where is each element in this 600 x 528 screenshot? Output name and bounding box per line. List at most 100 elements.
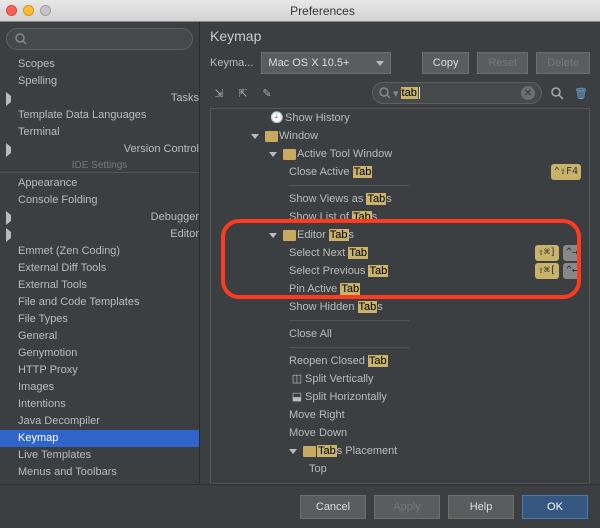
sidebar-item-general[interactable]: General (0, 328, 199, 345)
shortcut-badge: ⇧⌘[ (535, 263, 559, 279)
action-row[interactable]: Show Hidden Tabs (211, 298, 589, 316)
sidebar-item-images[interactable]: Images (0, 379, 199, 396)
keymap-selector-row: Keyma... Mac OS X 10.5+ Copy Reset Delet… (210, 52, 590, 74)
delete-button[interactable]: Delete (536, 52, 590, 74)
action-row[interactable]: Close All (211, 325, 589, 343)
action-row[interactable]: Select Previous Tab ⇧⌘[^← (211, 262, 589, 280)
close-icon[interactable] (6, 5, 17, 16)
action-row[interactable]: Pin Active Tab (211, 280, 589, 298)
sidebar-item-console-folding[interactable]: Console Folding (0, 192, 199, 209)
zoom-icon[interactable] (40, 5, 51, 16)
sidebar-item-keymap[interactable]: Keymap (0, 430, 199, 447)
apply-button[interactable]: Apply (374, 495, 440, 519)
shortcut-badge: ^→ (563, 245, 581, 261)
collapse-all-icon[interactable]: ⇱ (234, 84, 252, 102)
titlebar: Preferences (0, 0, 600, 22)
reset-button[interactable]: Reset (477, 52, 528, 74)
action-row[interactable]: Show List of Tabs (211, 208, 589, 226)
chevron-down-icon (376, 61, 384, 66)
shortcut-group: ⌃⇧F4 (551, 164, 585, 180)
keymap-combo-label: Keyma... (210, 57, 253, 69)
keymap-scheme-dropdown[interactable]: Mac OS X 10.5+ (261, 52, 391, 74)
split-horizontal-icon: ⬓ (289, 389, 305, 405)
sidebar-item-version-control[interactable]: Version Control (0, 141, 199, 158)
action-row[interactable]: Tabs Placement (211, 442, 589, 460)
sidebar-item-intentions[interactable]: Intentions (0, 396, 199, 413)
action-row[interactable]: Close Active Tab ⌃⇧F4 (211, 163, 589, 181)
sidebar-item-terminal[interactable]: Terminal (0, 124, 199, 141)
sidebar-item-external-tools[interactable]: External Tools (0, 277, 199, 294)
find-by-shortcut-icon[interactable] (548, 84, 566, 102)
sidebar-item-java-decompiler[interactable]: Java Decompiler (0, 413, 199, 430)
action-label: Show Views as Tabs (289, 191, 392, 207)
sidebar-tree[interactable]: ScopesSpellingTasksTemplate Data Languag… (0, 56, 199, 484)
main-panel: Keymap Keyma... Mac OS X 10.5+ Copy Rese… (200, 22, 600, 484)
action-row[interactable]: 🕘Show History (211, 109, 589, 127)
action-row[interactable]: Editor Tabs (211, 226, 589, 244)
action-search-input[interactable]: ▾ tab ✕ (372, 82, 542, 104)
action-row[interactable]: Top (211, 460, 589, 478)
sidebar-item-menus-and-toolbars[interactable]: Menus and Toolbars (0, 464, 199, 481)
folder-icon (281, 227, 297, 243)
content: ScopesSpellingTasksTemplate Data Languag… (0, 22, 600, 484)
sidebar-search-input[interactable] (6, 28, 193, 50)
sidebar-item-tasks[interactable]: Tasks (0, 90, 199, 107)
dialog-footer: Cancel Apply Help OK (0, 484, 600, 528)
sidebar-item-emmet-zen-coding-[interactable]: Emmet (Zen Coding) (0, 243, 199, 260)
keymap-toolbar: ⇲ ⇱ ✎ ▾ tab ✕ 🗑 (210, 82, 590, 104)
action-row[interactable]: Move Right (211, 406, 589, 424)
sidebar-item-file-types[interactable]: File Types (0, 311, 199, 328)
sidebar-item-scopes[interactable]: Scopes (0, 56, 199, 73)
sidebar-item-spelling[interactable]: Spelling (0, 73, 199, 90)
sidebar-item-appearance[interactable]: Appearance (0, 175, 199, 192)
cancel-button[interactable]: Cancel (300, 495, 366, 519)
action-row[interactable]: Select Next Tab⇧⌘]^→ (211, 244, 589, 262)
action-row[interactable]: ◫Split Vertically (211, 370, 589, 388)
action-row[interactable]: Show Views as Tabs (211, 190, 589, 208)
sidebar-item-debugger[interactable]: Debugger (0, 209, 199, 226)
action-row[interactable]: Active Tool Window (211, 145, 589, 163)
sidebar-item-external-diff-tools[interactable]: External Diff Tools (0, 260, 199, 277)
action-label: Editor Tabs (297, 227, 354, 243)
action-row[interactable]: ⬓Split Horizontally (211, 388, 589, 406)
folder-icon (263, 128, 279, 144)
action-label: Active Tool Window (297, 146, 392, 162)
action-label: Move Down (289, 425, 347, 441)
disclosure-down-icon (289, 449, 297, 454)
expand-all-icon[interactable]: ⇲ (210, 84, 228, 102)
ok-button[interactable]: OK (522, 495, 588, 519)
action-label: Close Active Tab (289, 164, 372, 180)
action-label: Tabs Placement (317, 443, 397, 459)
action-label: Select Previous Tab (289, 263, 388, 279)
clear-search-icon[interactable]: ✕ (521, 86, 535, 100)
minimize-icon[interactable] (23, 5, 34, 16)
folder-icon (281, 146, 297, 162)
edit-shortcut-icon[interactable]: ✎ (258, 84, 276, 102)
copy-button[interactable]: Copy (422, 52, 470, 74)
sidebar-item-editor[interactable]: Editor (0, 226, 199, 243)
action-tree[interactable]: 🕘Show HistoryWindowActive Tool WindowClo… (210, 108, 590, 484)
sidebar-item-template-data-languages[interactable]: Template Data Languages (0, 107, 199, 124)
sidebar-item-genymotion[interactable]: Genymotion (0, 345, 199, 362)
action-label: Window (279, 128, 318, 144)
action-row[interactable]: Move Down (211, 424, 589, 442)
help-button[interactable]: Help (448, 495, 514, 519)
action-label: Close All (289, 326, 332, 342)
sidebar-item-notifications[interactable]: Notifications (0, 481, 199, 484)
action-label: Split Vertically (305, 371, 373, 387)
sidebar-item-file-and-code-templates[interactable]: File and Code Templates (0, 294, 199, 311)
trash-icon[interactable]: 🗑 (572, 84, 590, 102)
action-label: Pin Active Tab (289, 281, 360, 297)
shortcut-group: ⇧⌘[^← (535, 263, 585, 279)
sidebar-separator-ide: IDE Settings (0, 160, 199, 173)
sidebar-item-live-templates[interactable]: Live Templates (0, 447, 199, 464)
sidebar-item-http-proxy[interactable]: HTTP Proxy (0, 362, 199, 379)
action-label: Top (309, 461, 327, 477)
shortcut-badge: ^← (563, 263, 581, 279)
action-row[interactable]: Window (211, 127, 589, 145)
action-row (211, 181, 589, 190)
action-label: Show Hidden Tabs (289, 299, 383, 315)
sidebar: ScopesSpellingTasksTemplate Data Languag… (0, 22, 200, 484)
action-row[interactable]: Reopen Closed Tab (211, 352, 589, 370)
shortcut-badge: ⇧⌘] (535, 245, 559, 261)
